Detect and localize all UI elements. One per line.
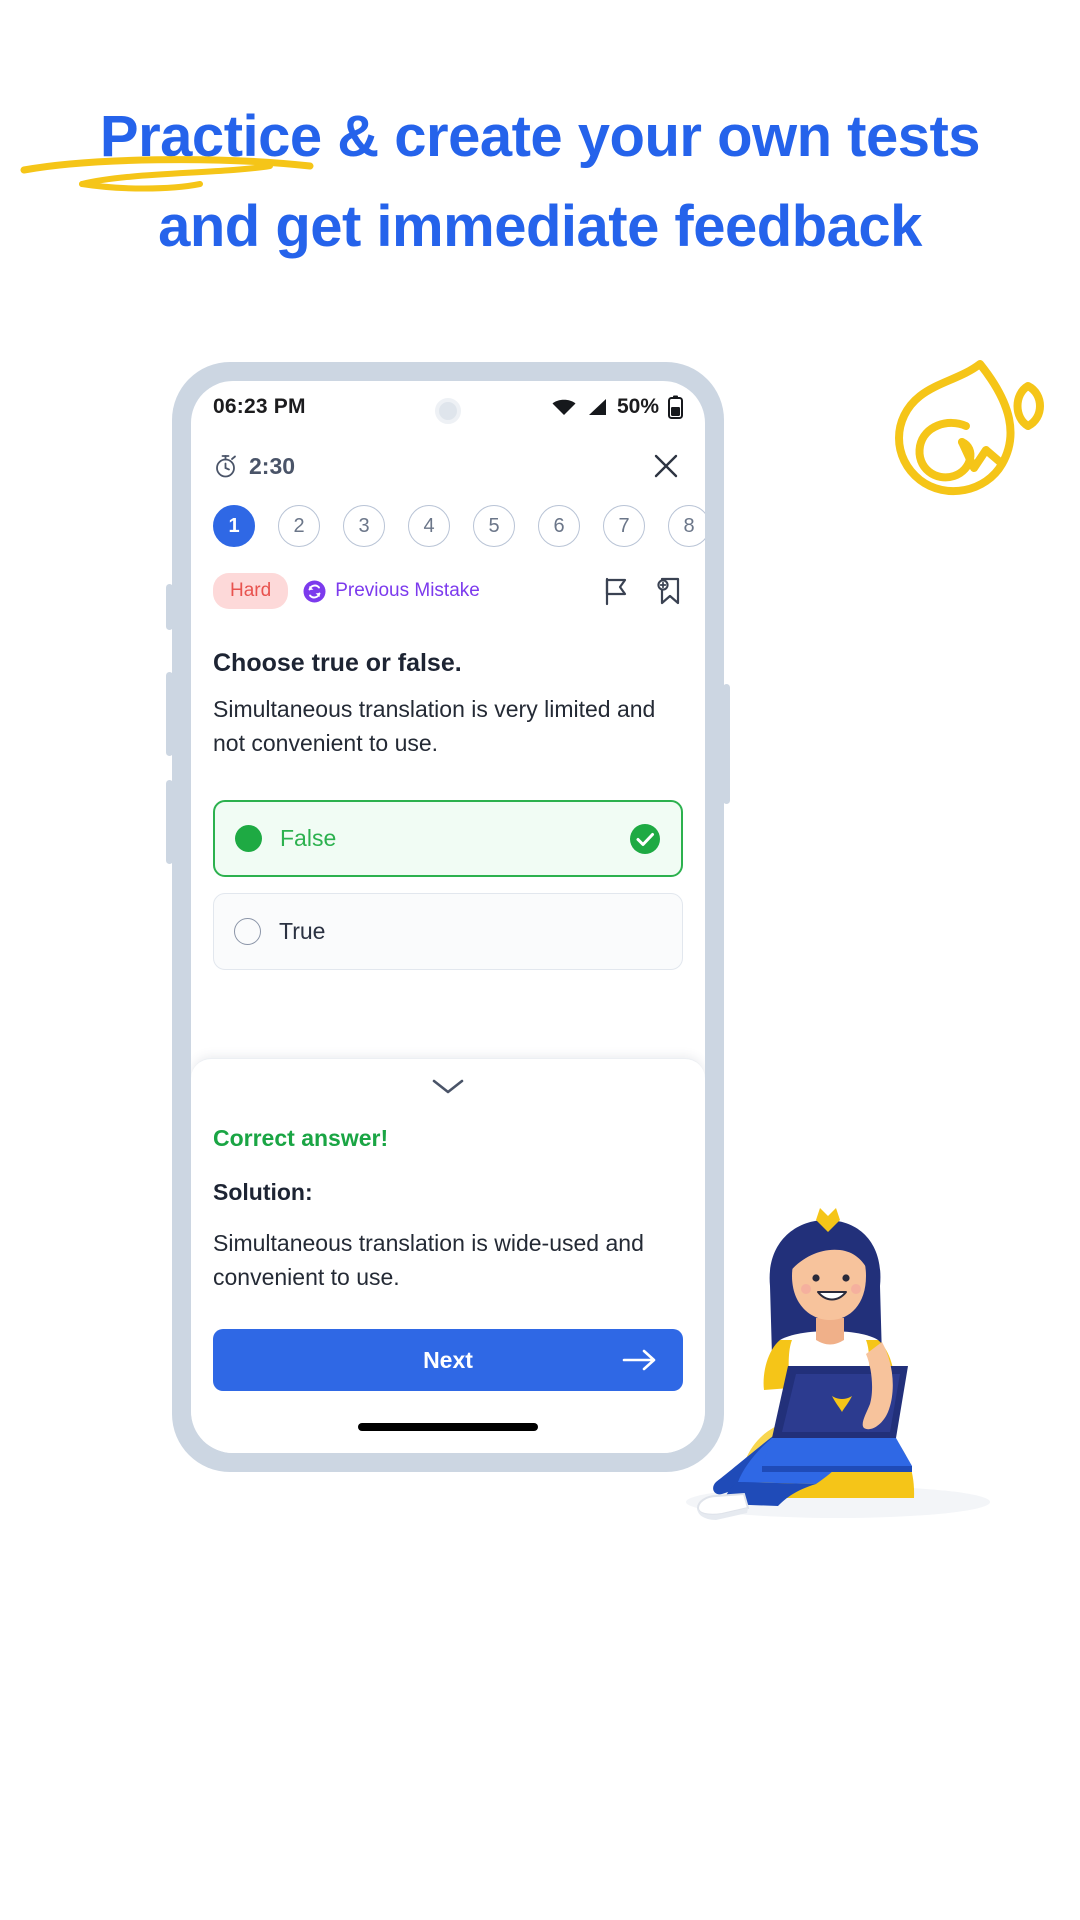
status-icons: 50% <box>551 395 683 419</box>
battery-percent-label: 50% <box>616 395 659 418</box>
girl-with-laptop-illustration <box>686 1208 990 1520</box>
previous-mistake-label: Previous Mistake <box>335 580 480 601</box>
answer-option-label: True <box>279 918 326 944</box>
status-bar: 06:23 PM 50% <box>191 381 705 433</box>
repeat-circle-icon <box>303 580 326 602</box>
question-block: Choose true or false. Simultaneous trans… <box>191 609 705 760</box>
next-button-label: Next <box>423 1346 473 1373</box>
result-label: Correct answer! <box>213 1125 389 1151</box>
front-camera-punchhole <box>435 398 461 424</box>
quiz-timer: 2:30 <box>213 453 295 480</box>
question-number-nav[interactable]: 1 2 3 4 5 6 7 8 9 <box>191 499 705 547</box>
home-indicator <box>358 1423 538 1431</box>
solution-heading: Solution: <box>213 1179 313 1205</box>
question-action-icons <box>604 576 683 606</box>
phone-button-volume-down[interactable] <box>166 780 173 864</box>
flame-logo-icon <box>895 360 1044 496</box>
question-pill-7[interactable]: 7 <box>603 505 645 547</box>
answer-options: False True <box>191 760 705 970</box>
answer-option-false[interactable]: False <box>213 800 683 877</box>
previous-mistake-badge: Previous Mistake <box>302 579 480 604</box>
question-pill-2[interactable]: 2 <box>278 505 320 547</box>
question-pill-3[interactable]: 3 <box>343 505 385 547</box>
headline-line-1: Practice & create your own tests <box>99 104 981 169</box>
sheet-handle[interactable] <box>191 1059 705 1097</box>
phone-button-silent[interactable] <box>166 584 173 630</box>
answer-option-true[interactable]: True <box>213 893 683 970</box>
quiz-toolbar: 2:30 <box>191 433 705 499</box>
timer-value: 2:30 <box>249 452 296 479</box>
question-pill-1[interactable]: 1 <box>213 505 255 547</box>
radio-filled-icon <box>235 825 262 852</box>
page-title: Practice & create your own tests and get… <box>0 92 1080 272</box>
question-title: Choose true or false. <box>213 649 462 677</box>
cellular-signal-icon <box>588 399 606 415</box>
stopwatch-icon <box>216 455 236 478</box>
difficulty-badge: Hard <box>213 573 289 609</box>
headline-line-2: and get immediate feedback <box>158 194 922 259</box>
close-icon[interactable] <box>649 449 683 483</box>
battery-icon <box>668 395 683 419</box>
question-body: Simultaneous translation is very limited… <box>213 696 656 756</box>
status-time: 06:23 PM <box>213 395 306 418</box>
promo-page: Practice & create your own tests and get… <box>0 0 1080 1920</box>
check-circle-icon <box>630 823 660 854</box>
question-pill-8[interactable]: 8 <box>668 505 705 547</box>
radio-empty-icon <box>234 918 261 945</box>
question-meta-row: Hard Previous Mistake <box>191 547 705 609</box>
chevron-down-icon[interactable] <box>428 1075 468 1097</box>
bookmark-add-icon[interactable] <box>656 576 683 606</box>
next-button[interactable]: Next <box>213 1329 683 1391</box>
solution-text: Simultaneous translation is wide-used an… <box>213 1230 644 1290</box>
question-pill-5[interactable]: 5 <box>473 505 515 547</box>
phone-button-volume-up[interactable] <box>166 672 173 756</box>
answer-option-label: False <box>280 825 337 851</box>
phone-button-power[interactable] <box>723 684 730 804</box>
question-pill-4[interactable]: 4 <box>408 505 450 547</box>
wifi-icon <box>552 399 576 415</box>
question-pill-6[interactable]: 6 <box>538 505 580 547</box>
flag-icon[interactable] <box>604 576 630 606</box>
